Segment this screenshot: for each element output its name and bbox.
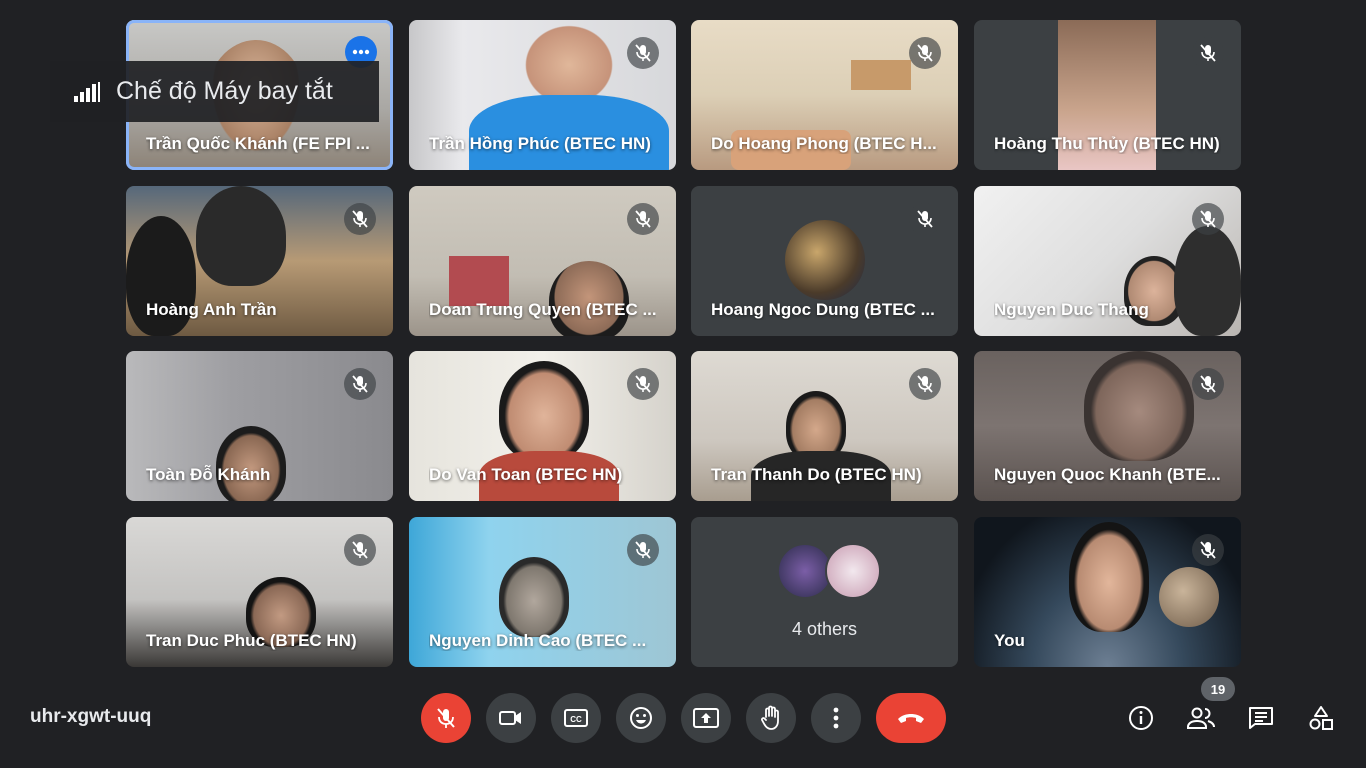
mic-off-icon bbox=[627, 368, 659, 400]
mic-off-icon bbox=[627, 534, 659, 566]
present-button[interactable] bbox=[681, 693, 731, 743]
mic-off-icon bbox=[1192, 203, 1224, 235]
participant-tile[interactable]: Hoàng Anh Trần bbox=[126, 186, 393, 336]
participant-tile[interactable]: Hoang Ngoc Dung (BTEC ... bbox=[691, 186, 958, 336]
participant-name: Nguyen Duc Thang bbox=[994, 300, 1149, 319]
signal-bars-icon bbox=[74, 81, 100, 102]
participant-name: Do Hoang Phong (BTEC H... bbox=[711, 134, 937, 153]
self-tile[interactable]: You bbox=[974, 517, 1241, 667]
participant-name: Tran Duc Phuc (BTEC HN) bbox=[146, 631, 357, 650]
svg-text:CC: CC bbox=[570, 715, 582, 724]
airplane-mode-toast: Chế độ Máy bay tắt bbox=[50, 61, 379, 122]
leave-call-icon bbox=[898, 714, 924, 723]
participant-name: Hoang Ngoc Dung (BTEC ... bbox=[711, 300, 935, 319]
participant-count-badge: 19 bbox=[1201, 677, 1235, 701]
avatar bbox=[825, 543, 881, 599]
raise-hand-icon bbox=[761, 705, 779, 730]
mic-off-icon bbox=[344, 203, 376, 235]
others-label: 4 others bbox=[791, 619, 858, 639]
camera-toggle-button[interactable] bbox=[486, 693, 536, 743]
airplane-mode-text: Chế độ Máy bay tắt bbox=[116, 77, 333, 105]
mic-off-icon bbox=[1192, 368, 1224, 400]
participant-name: Do Van Toan (BTEC HN) bbox=[429, 465, 623, 484]
participant-tile[interactable]: Do Van Toan (BTEC HN) bbox=[409, 351, 676, 501]
present-icon bbox=[693, 708, 719, 728]
raise-hand-button[interactable] bbox=[746, 693, 796, 743]
participant-name: Nguyen Quoc Khanh (BTE... bbox=[994, 465, 1221, 484]
chat-button[interactable] bbox=[1243, 700, 1279, 736]
emoji-button[interactable] bbox=[616, 693, 666, 743]
captions-button[interactable]: CC bbox=[551, 693, 601, 743]
people-icon bbox=[1187, 707, 1215, 729]
more-options-icon bbox=[833, 707, 839, 729]
leave-call-button[interactable] bbox=[876, 693, 946, 743]
more-options-button[interactable] bbox=[811, 693, 861, 743]
mic-off-icon bbox=[437, 708, 455, 728]
participant-tile[interactable]: Toàn Đỗ Khánh bbox=[126, 351, 393, 501]
participant-tile[interactable]: Do Hoang Phong (BTEC H... bbox=[691, 20, 958, 170]
participant-tile[interactable]: Trần Hồng Phúc (BTEC HN) bbox=[409, 20, 676, 170]
chat-icon bbox=[1249, 707, 1273, 729]
camera-icon bbox=[499, 711, 521, 725]
activities-icon bbox=[1309, 706, 1333, 730]
mic-off-icon bbox=[1192, 534, 1224, 566]
participant-name: Nguyen Dinh Cao (BTEC ... bbox=[429, 631, 647, 650]
participant-tile[interactable]: Nguyen Duc Thang bbox=[974, 186, 1241, 336]
mic-off-icon bbox=[344, 534, 376, 566]
mic-off-icon bbox=[909, 203, 941, 235]
participant-tile[interactable]: Tran Thanh Do (BTEC HN) bbox=[691, 351, 958, 501]
mic-off-icon bbox=[627, 203, 659, 235]
meeting-details-button[interactable] bbox=[1123, 700, 1159, 736]
participant-name: Tran Thanh Do (BTEC HN) bbox=[711, 465, 922, 484]
participant-name: Doan Trung Quyen (BTEC ... bbox=[429, 300, 656, 319]
participant-name: Trần Quốc Khánh (FE FPI ... bbox=[146, 134, 370, 153]
mic-off-icon bbox=[909, 368, 941, 400]
participant-name: Hoàng Thu Thủy (BTEC HN) bbox=[994, 134, 1220, 153]
mic-off-icon bbox=[1192, 37, 1224, 69]
participant-tile[interactable]: Hoàng Thu Thủy (BTEC HN) bbox=[974, 20, 1241, 170]
participant-tile[interactable]: Tran Duc Phuc (BTEC HN) bbox=[126, 517, 393, 667]
mic-off-icon bbox=[344, 368, 376, 400]
participant-name: You bbox=[994, 631, 1025, 650]
mic-toggle-button[interactable] bbox=[421, 693, 471, 743]
activities-button[interactable] bbox=[1303, 700, 1339, 736]
meeting-code[interactable]: uhr-xgwt-uuq bbox=[30, 706, 151, 728]
captions-icon: CC bbox=[564, 709, 588, 727]
participant-tile[interactable]: Doan Trung Quyen (BTEC ... bbox=[409, 186, 676, 336]
emoji-icon bbox=[630, 707, 652, 729]
participant-name: Trần Hồng Phúc (BTEC HN) bbox=[429, 134, 651, 153]
participant-name: Hoàng Anh Trần bbox=[146, 300, 277, 319]
others-tile[interactable]: 4 others bbox=[691, 517, 958, 667]
participant-tile[interactable]: Nguyen Dinh Cao (BTEC ... bbox=[409, 517, 676, 667]
participant-tile[interactable]: Nguyen Quoc Khanh (BTE... bbox=[974, 351, 1241, 501]
participant-name: Toàn Đỗ Khánh bbox=[146, 465, 271, 484]
info-icon bbox=[1129, 706, 1153, 730]
mic-off-icon bbox=[909, 37, 941, 69]
avatar bbox=[784, 220, 865, 300]
mic-off-icon bbox=[627, 37, 659, 69]
people-button[interactable] bbox=[1183, 700, 1219, 736]
